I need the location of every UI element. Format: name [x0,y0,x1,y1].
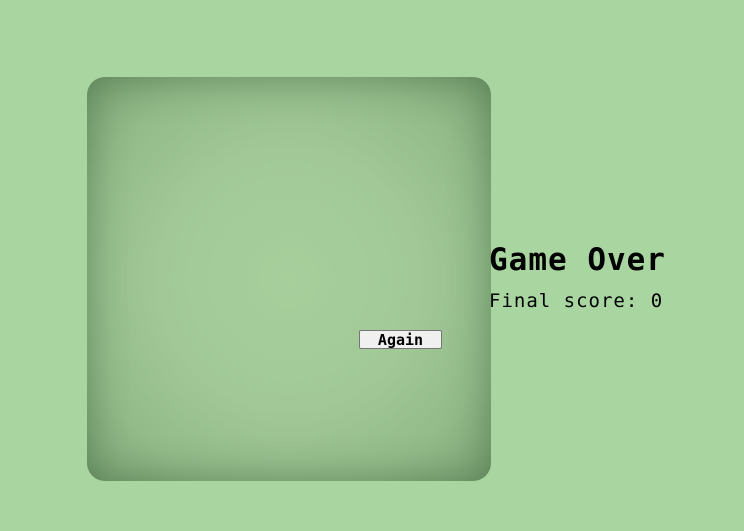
final-score-label: Final score: [489,290,639,312]
game-over-title: Game Over [489,242,666,278]
again-button[interactable]: Again [359,330,442,349]
final-score: Final score: 0 [489,290,663,312]
final-score-value: 0 [650,290,664,312]
game-screen [87,77,491,481]
